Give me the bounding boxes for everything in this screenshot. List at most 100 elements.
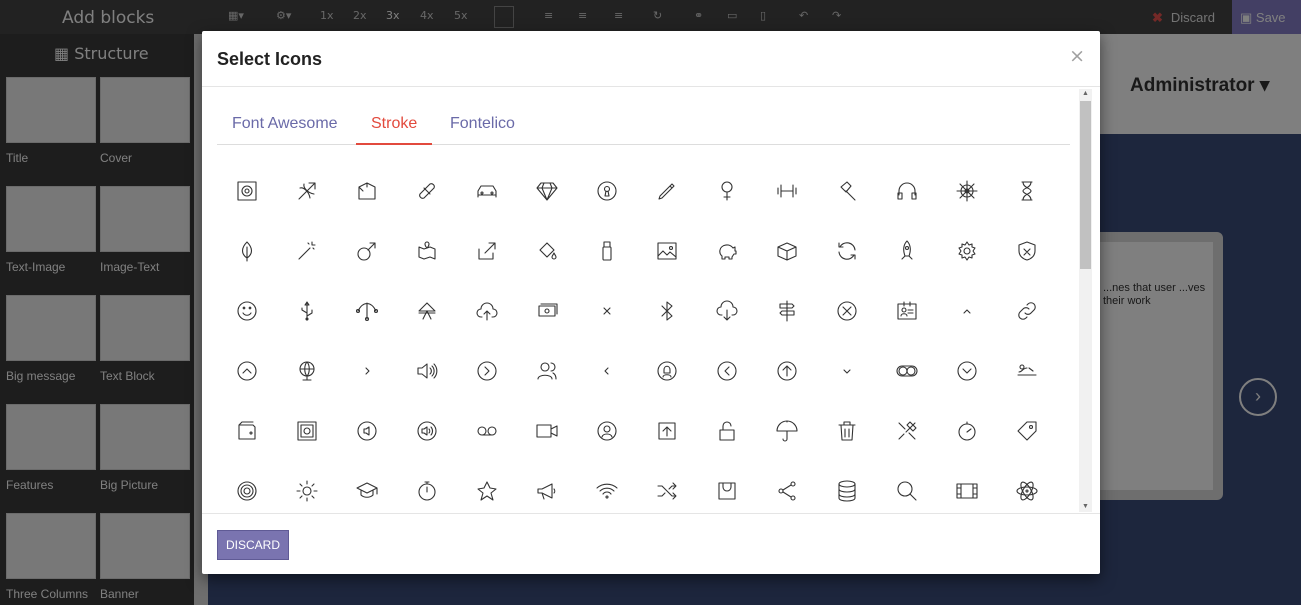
voicemail-icon[interactable]: [457, 401, 517, 461]
map-icon[interactable]: [397, 221, 457, 281]
sun-icon-glyph: [296, 480, 318, 502]
volume-icon[interactable]: [397, 341, 457, 401]
user-icon[interactable]: [577, 401, 637, 461]
package-icon[interactable]: [757, 221, 817, 281]
wifi-icon[interactable]: [577, 461, 637, 513]
wifi-icon-glyph: [596, 483, 618, 499]
megaphone-icon[interactable]: [517, 461, 577, 513]
keyhole-icon[interactable]: [577, 161, 637, 221]
discard-button[interactable]: DISCARD: [217, 530, 289, 560]
diamond-icon[interactable]: [517, 161, 577, 221]
piggy-bank-icon[interactable]: [697, 221, 757, 281]
helm-icon[interactable]: [937, 161, 997, 221]
hammer-icon[interactable]: [817, 161, 877, 221]
umbrella-icon[interactable]: [757, 401, 817, 461]
tab-font-awesome[interactable]: Font Awesome: [217, 107, 353, 145]
timer-icon[interactable]: [937, 401, 997, 461]
graduation-icon[interactable]: [337, 461, 397, 513]
search-icon[interactable]: [877, 461, 937, 513]
magic-wand-icon[interactable]: [277, 221, 337, 281]
share-icon[interactable]: [757, 461, 817, 513]
sleep-icon[interactable]: [997, 341, 1057, 401]
bluetooth-icon[interactable]: [637, 281, 697, 341]
trash-icon[interactable]: [817, 401, 877, 461]
chevron-left-icon-glyph: [604, 367, 609, 375]
film-icon[interactable]: [937, 461, 997, 513]
upload-icon[interactable]: [637, 401, 697, 461]
volume-up-icon[interactable]: [397, 401, 457, 461]
stopwatch-icon[interactable]: [397, 461, 457, 513]
arrow-up-circle2-icon[interactable]: [757, 341, 817, 401]
signpost-icon[interactable]: [757, 281, 817, 341]
scrollbar-thumb[interactable]: [1080, 101, 1091, 269]
bandage-icon[interactable]: [397, 161, 457, 221]
tab-fontelico[interactable]: Fontelico: [435, 107, 530, 145]
car-icon[interactable]: [457, 161, 517, 221]
close-icon[interactable]: [577, 281, 637, 341]
refresh-icon[interactable]: [817, 221, 877, 281]
paint-bucket-icon[interactable]: [517, 221, 577, 281]
target-icon[interactable]: [217, 461, 277, 513]
link-icon[interactable]: [997, 281, 1057, 341]
usb-icon[interactable]: [277, 281, 337, 341]
male-icon[interactable]: [337, 221, 397, 281]
vector-icon[interactable]: [337, 281, 397, 341]
dialog-scrollbar[interactable]: ▲ ▼: [1079, 89, 1092, 512]
settings-icon[interactable]: [937, 221, 997, 281]
tab-stroke[interactable]: Stroke: [356, 107, 433, 145]
atom-icon[interactable]: [997, 461, 1057, 513]
arrow-left-circle-icon[interactable]: [697, 341, 757, 401]
arrow-up-circle-icon[interactable]: [217, 341, 277, 401]
chevron-up-icon[interactable]: [937, 281, 997, 341]
tools-icon[interactable]: [877, 401, 937, 461]
arrow-down-circle-icon[interactable]: [937, 341, 997, 401]
rocket-icon[interactable]: [877, 221, 937, 281]
sleep-icon-glyph: [1017, 364, 1037, 376]
chevron-right-icon[interactable]: [337, 341, 397, 401]
users-icon[interactable]: [517, 341, 577, 401]
photo-icon[interactable]: [637, 221, 697, 281]
shuffle-icon[interactable]: [637, 461, 697, 513]
wallet-icon[interactable]: [217, 401, 277, 461]
cloud-upload-icon[interactable]: [457, 281, 517, 341]
safe-icon[interactable]: [277, 401, 337, 461]
id-card-icon[interactable]: [877, 281, 937, 341]
shopping-bag-icon[interactable]: [697, 461, 757, 513]
hourglass-icon[interactable]: [997, 161, 1057, 221]
vector-icon-glyph: [355, 302, 379, 322]
cone-icon[interactable]: [397, 281, 457, 341]
headphones-icon[interactable]: [877, 161, 937, 221]
graduation-icon-glyph: [356, 482, 378, 498]
share-box-icon[interactable]: [457, 221, 517, 281]
globe-icon[interactable]: [277, 341, 337, 401]
close-icon[interactable]: ×: [1069, 45, 1085, 67]
smile-icon[interactable]: [217, 281, 277, 341]
scroll-down-icon[interactable]: ▼: [1079, 502, 1092, 512]
usb-drive-icon-glyph: [602, 241, 612, 261]
speaker-icon[interactable]: [217, 161, 277, 221]
star-icon[interactable]: [457, 461, 517, 513]
arrow-right-circle-icon[interactable]: [457, 341, 517, 401]
bow-icon[interactable]: [277, 161, 337, 221]
pen-icon[interactable]: [637, 161, 697, 221]
sun-icon[interactable]: [277, 461, 337, 513]
close-circle-icon[interactable]: [817, 281, 877, 341]
tag-icon[interactable]: [997, 401, 1057, 461]
database-icon[interactable]: [817, 461, 877, 513]
dumbbell-icon[interactable]: [757, 161, 817, 221]
cash-icon[interactable]: [517, 281, 577, 341]
chevron-down-icon[interactable]: [817, 341, 877, 401]
unlock-icon[interactable]: [697, 401, 757, 461]
shield-icon[interactable]: [997, 221, 1057, 281]
scroll-up-icon[interactable]: ▲: [1079, 89, 1092, 99]
toggle-icon[interactable]: [877, 341, 937, 401]
video-icon[interactable]: [517, 401, 577, 461]
usb-drive-icon[interactable]: [577, 221, 637, 281]
user-female-icon[interactable]: [637, 341, 697, 401]
cloud-download-icon[interactable]: [697, 281, 757, 341]
chevron-left-icon[interactable]: [577, 341, 637, 401]
box-open-icon[interactable]: [337, 161, 397, 221]
female-icon[interactable]: [697, 161, 757, 221]
volume-down-icon[interactable]: [337, 401, 397, 461]
leaf-icon[interactable]: [217, 221, 277, 281]
